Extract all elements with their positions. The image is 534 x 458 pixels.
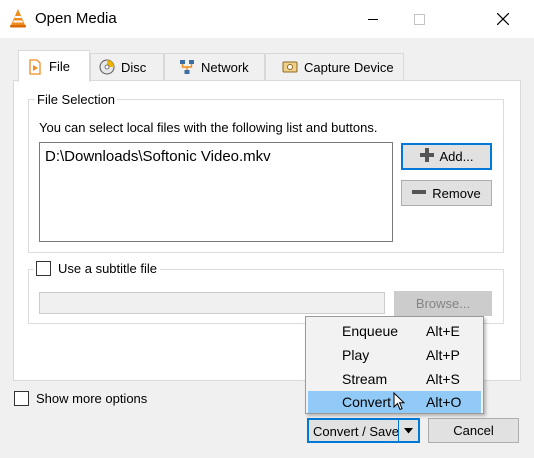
dropdown-arrow-button[interactable] <box>398 420 418 441</box>
minimize-button[interactable] <box>350 0 396 38</box>
menu-item-shortcut: Alt+O <box>426 394 462 410</box>
cancel-button[interactable]: Cancel <box>428 418 519 443</box>
file-selection-title: File Selection <box>35 92 118 107</box>
vlc-cone-icon <box>9 8 27 28</box>
menu-item-label: Enqueue <box>342 323 399 339</box>
show-more-options[interactable]: Show more options <box>14 391 147 406</box>
subtitle-checkbox-label: Use a subtitle file <box>58 261 157 276</box>
menu-item-shortcut: Alt+S <box>426 371 460 387</box>
tab-file[interactable]: File <box>18 50 90 82</box>
network-icon <box>179 59 195 75</box>
subtitle-path-field <box>39 292 385 314</box>
menu-item-shortcut: Alt+E <box>426 323 460 339</box>
file-play-icon <box>27 58 43 75</box>
browse-button: Browse... <box>394 291 492 316</box>
show-more-label: Show more options <box>36 391 148 406</box>
chevron-down-icon <box>404 427 413 433</box>
file-selection-instructions: You can select local files with the foll… <box>39 120 378 135</box>
tab-capture-device[interactable]: Capture Device <box>265 53 404 80</box>
show-more-checkbox[interactable] <box>14 391 29 406</box>
disc-icon <box>99 59 115 75</box>
maximize-icon <box>413 13 425 25</box>
minimize-icon <box>367 18 378 20</box>
plus-icon <box>419 148 434 165</box>
menu-item-label: Stream <box>342 371 388 387</box>
window-title: Open Media <box>35 10 117 27</box>
maximize-button[interactable] <box>396 0 442 38</box>
title-bar: Open Media <box>0 0 534 38</box>
tab-capture-device-label: Capture Device <box>304 59 394 75</box>
tab-file-label: File <box>49 59 70 74</box>
subtitle-checkbox[interactable] <box>36 261 51 276</box>
browse-button-label: Browse... <box>415 296 471 311</box>
menu-item-play[interactable]: Play Alt+P <box>308 344 481 366</box>
file-list[interactable]: D:\Downloads\Softonic Video.mkv <box>39 142 393 242</box>
capture-device-icon <box>282 59 298 75</box>
subtitle-checkbox-row[interactable]: Use a subtitle file <box>33 261 160 276</box>
add-button-label: Add... <box>439 149 474 164</box>
mouse-pointer-icon <box>393 391 406 414</box>
list-item[interactable]: D:\Downloads\Softonic Video.mkv <box>45 148 387 165</box>
menu-item-label: Play <box>342 347 370 363</box>
menu-item-shortcut: Alt+P <box>426 347 460 363</box>
menu-item-enqueue[interactable]: Enqueue Alt+E <box>308 320 481 342</box>
tab-disc-label: Disc <box>121 59 147 75</box>
add-button[interactable]: Add... <box>401 143 492 170</box>
convert-save-button[interactable]: Convert / Save <box>307 418 420 443</box>
cancel-button-label: Cancel <box>453 423 494 438</box>
minus-icon <box>412 185 427 202</box>
remove-button-label: Remove <box>432 185 481 201</box>
close-icon <box>497 13 509 25</box>
tab-network[interactable]: Network <box>164 53 265 80</box>
tab-network-label: Network <box>201 59 249 75</box>
convert-save-label: Convert / Save <box>313 424 399 439</box>
remove-button[interactable]: Remove <box>401 180 492 206</box>
close-button[interactable] <box>480 0 526 38</box>
tab-disc[interactable]: Disc <box>90 53 164 80</box>
menu-item-label: Convert <box>342 394 392 410</box>
menu-item-stream[interactable]: Stream Alt+S <box>308 368 481 390</box>
